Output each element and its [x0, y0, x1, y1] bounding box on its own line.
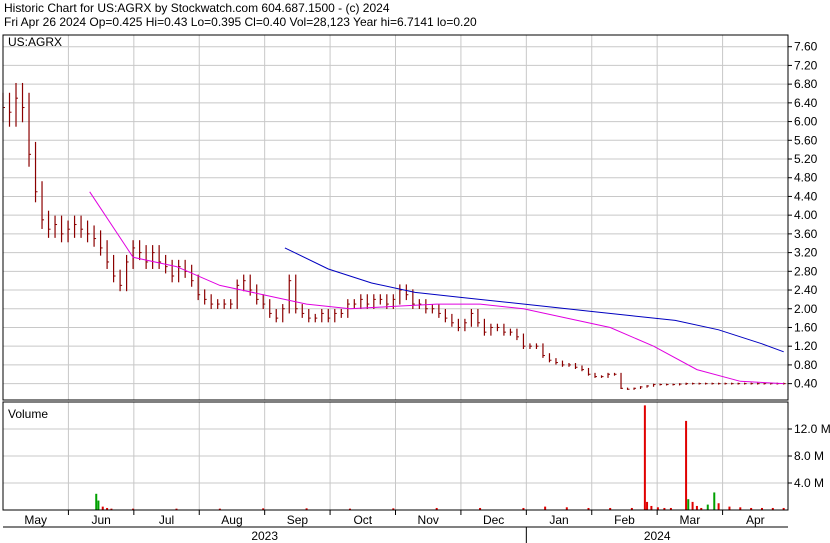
price-tick-label: 7.20 [794, 58, 818, 72]
price-tick-label: 4.00 [794, 208, 818, 222]
price-tick-label: 2.00 [794, 302, 818, 316]
volume-bar [728, 506, 731, 510]
month-label: Dec [483, 513, 504, 527]
stock-chart: US:AGRX Volume 7.60 7.20 6.80 6.40 6.00 5.60 5… [2, 34, 830, 543]
price-tick-label: 6.40 [794, 96, 818, 110]
symbol-label: US:AGRX [8, 35, 62, 49]
price-tick-label: 1.20 [794, 339, 818, 353]
volume-bar [650, 505, 653, 510]
volume-bars [95, 405, 785, 510]
year-axis-ticks: 2023 2024 [251, 527, 671, 543]
volume-bar [713, 492, 716, 510]
volume-bar [717, 503, 720, 510]
long-moving-average-line [284, 247, 784, 353]
volume-bar [687, 499, 690, 510]
volume-bar [706, 504, 709, 510]
price-tick-label: 6.80 [794, 77, 818, 91]
month-label: May [24, 513, 47, 527]
month-label: Sep [287, 513, 309, 527]
volume-bar [544, 506, 547, 510]
volume-label: Volume [8, 407, 48, 421]
volume-tick-label: 4.0 M [794, 476, 824, 490]
volume-bar [643, 405, 646, 510]
month-label: Feb [614, 513, 635, 527]
volume-bar [685, 420, 688, 510]
month-label: Nov [418, 513, 439, 527]
volume-grid [3, 402, 788, 510]
month-axis-ticks: May Jun Jul Aug Sep Oct Nov Dec Jan Feb Mar Apr [24, 510, 765, 527]
month-label: Jan [549, 513, 568, 527]
price-tick-label: 4.80 [794, 171, 818, 185]
volume-bar [691, 501, 694, 510]
short-moving-average-line [89, 191, 784, 385]
price-grid [3, 35, 788, 400]
year-label: 2024 [644, 529, 671, 543]
volume-bar [95, 493, 98, 510]
price-tick-label: 2.40 [794, 283, 818, 297]
month-label: Mar [680, 513, 701, 527]
volume-axis-ticks: 12.0 M 8.0 M 4.0 M [788, 422, 830, 490]
month-label: Aug [221, 513, 242, 527]
volume-bar [695, 505, 698, 510]
price-tick-label: 0.80 [794, 358, 818, 372]
price-tick-label: 2.80 [794, 264, 818, 278]
volume-bar [646, 501, 649, 510]
volume-bar [101, 506, 104, 510]
month-label: Apr [746, 513, 765, 527]
volume-tick-label: 8.0 M [794, 449, 824, 463]
price-tick-label: 3.20 [794, 246, 818, 260]
month-label: Oct [353, 513, 372, 527]
price-tick-label: 5.60 [794, 133, 818, 147]
price-tick-label: 3.60 [794, 227, 818, 241]
month-label: Jul [159, 513, 174, 527]
price-tick-label: 6.00 [794, 115, 818, 129]
price-tick-label: 7.60 [794, 40, 818, 54]
year-label: 2023 [251, 529, 278, 543]
price-tick-label: 4.40 [794, 189, 818, 203]
volume-tick-label: 12.0 M [794, 422, 830, 436]
price-tick-label: 1.60 [794, 320, 818, 334]
month-label: Jun [91, 513, 110, 527]
price-tick-label: 5.20 [794, 152, 818, 166]
volume-bar [97, 500, 100, 510]
price-axis-ticks: 7.60 7.20 6.80 6.40 6.00 5.60 5.20 4.80 4.40 4.00… [788, 40, 818, 391]
price-tick-label: 0.40 [794, 377, 818, 391]
price-bars [2, 82, 786, 390]
